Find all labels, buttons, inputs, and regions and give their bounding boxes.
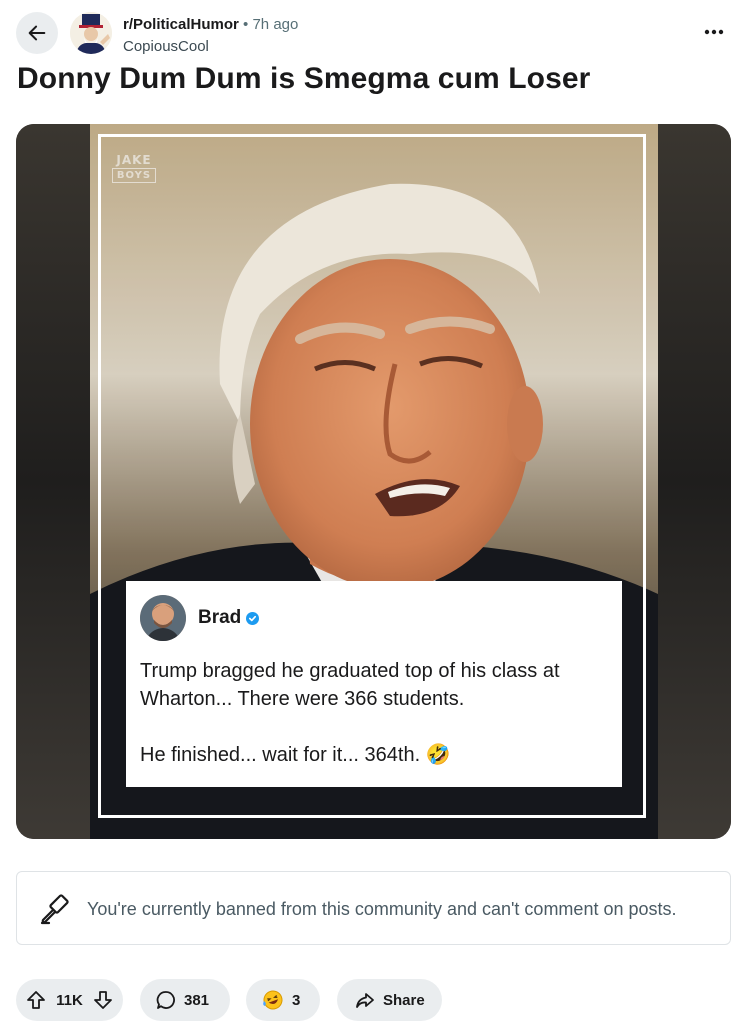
vote-count: 11K (56, 991, 83, 1009)
more-horizontal-icon (704, 29, 724, 35)
tweet-line-1: Trump bragged he graduated top of his cl… (140, 660, 560, 710)
post-time: 7h ago (252, 16, 299, 33)
vote-control: 11K (16, 979, 123, 1021)
tweet-body: Trump bragged he graduated top of his cl… (140, 657, 608, 769)
tweet-line-2: He finished... wait for it... 364th. 🤣 (140, 744, 451, 766)
subreddit-avatar[interactable] (70, 12, 112, 54)
arrow-down-icon[interactable] (93, 990, 113, 1010)
subreddit-name[interactable]: r/PoliticalHumor (123, 16, 239, 33)
banned-message: You're currently banned from this commun… (87, 899, 677, 919)
share-label: Share (383, 991, 425, 1009)
tweet-avatar (140, 595, 186, 641)
share-button[interactable]: Share (337, 979, 442, 1021)
meta-separator: • (243, 16, 249, 33)
speech-bubble-icon (156, 990, 176, 1010)
gavel-icon (39, 892, 73, 926)
tweet-author-name: Brad (198, 607, 242, 628)
post-image[interactable]: JAKE BOYS Brad Trump bragged he graduate… (16, 124, 731, 839)
award-count: 3 (292, 991, 301, 1009)
comments-button[interactable]: 381 (140, 979, 230, 1021)
tweet-card: Brad Trump bragged he graduated top of h… (126, 581, 622, 787)
awards-button[interactable]: 3 (246, 979, 320, 1021)
watermark-line2: BOYS (112, 168, 156, 183)
more-options-button[interactable] (702, 20, 726, 44)
verified-badge-icon (246, 611, 260, 625)
post-title: Donny Dum Dum is Smegma cum Loser (17, 62, 591, 95)
share-arrow-icon (355, 990, 375, 1010)
back-button[interactable] (16, 12, 58, 54)
post-author[interactable]: CopiousCool (123, 36, 298, 58)
laughing-emoji-icon (262, 989, 284, 1011)
banned-notice: You're currently banned from this commun… (16, 871, 731, 945)
watermark-line1: JAKE (116, 153, 152, 167)
comment-count: 381 (184, 991, 210, 1009)
arrow-left-icon (26, 22, 48, 44)
arrow-up-icon[interactable] (26, 990, 46, 1010)
watermark: JAKE BOYS (112, 154, 156, 183)
